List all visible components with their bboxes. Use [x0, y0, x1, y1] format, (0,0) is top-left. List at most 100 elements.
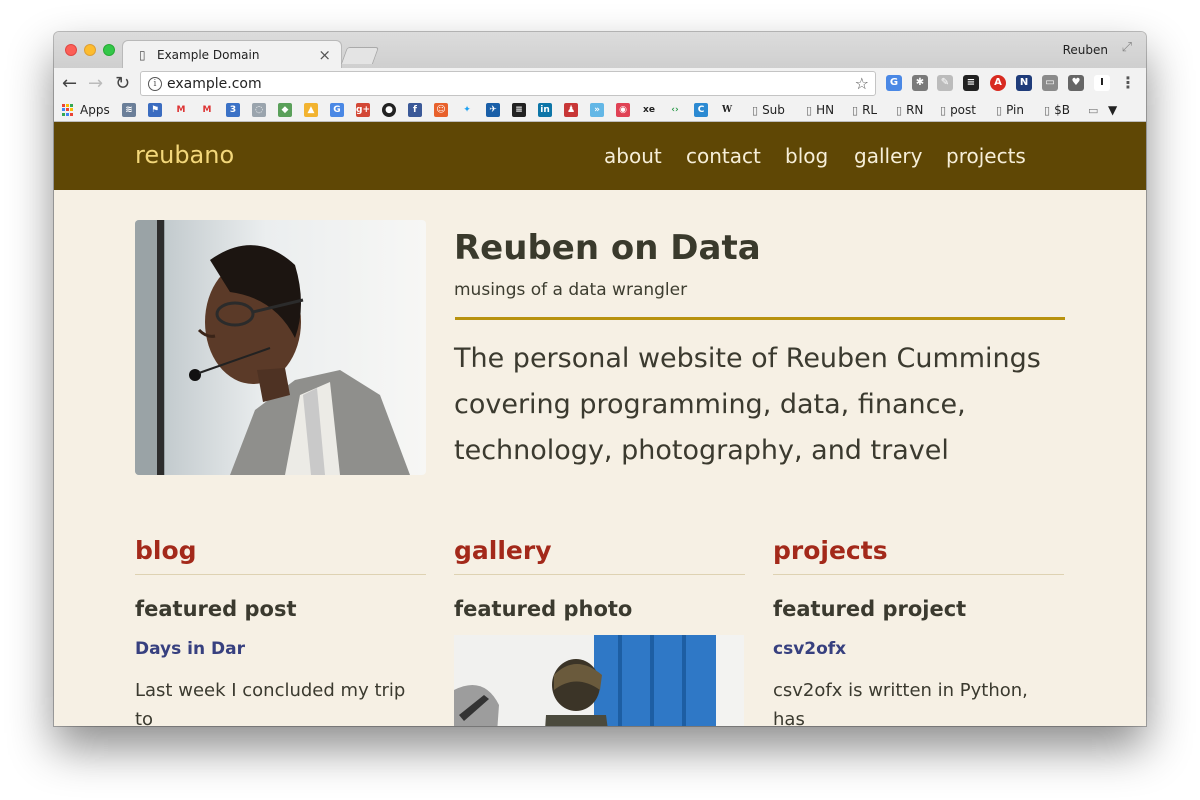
- bookmark-google-plus[interactable]: g+: [356, 102, 370, 118]
- cast-icon[interactable]: ▭: [1042, 75, 1058, 91]
- buffer-extension-icon[interactable]: ≡: [963, 75, 979, 91]
- featured-post-heading: featured post: [135, 597, 297, 621]
- bookmark-gmail[interactable]: M: [174, 102, 188, 118]
- flag-icon: ⚑: [148, 103, 162, 117]
- site-info-icon[interactable]: i: [148, 77, 162, 91]
- browser-menu-icon[interactable]: ⋮: [1120, 73, 1136, 92]
- bookmark-translate[interactable]: G: [330, 102, 344, 118]
- bookmark-post[interactable]: ▯ post: [940, 102, 976, 118]
- bookmark-rl-label: RL: [862, 103, 878, 117]
- bookmark-buffer[interactable]: ≡: [512, 102, 526, 118]
- bookmark-apps-label: Apps: [80, 103, 110, 117]
- adblock-extension-icon[interactable]: A: [990, 75, 1006, 91]
- bookmark-forward[interactable]: »: [590, 102, 604, 118]
- bookmark-bluesky[interactable]: ✈: [486, 102, 500, 118]
- bookmark-pin[interactable]: ▯ Pin: [996, 102, 1024, 118]
- tab-close-icon[interactable]: ×: [318, 46, 331, 64]
- bookmark-twitter[interactable]: ✦: [460, 102, 474, 118]
- bookmark-pocket[interactable]: ◉: [616, 102, 630, 118]
- bookmark-rn[interactable]: ▯ RN: [896, 102, 923, 118]
- bookmark-gmail-2[interactable]: M: [200, 102, 214, 118]
- pocket-extension-icon[interactable]: ♥: [1068, 75, 1084, 91]
- bookmark-facebook[interactable]: f: [408, 102, 422, 118]
- bookmark-orange[interactable]: ☺: [434, 102, 448, 118]
- window-close-button[interactable]: [65, 44, 77, 56]
- bookmarks-overflow-button[interactable]: ▼: [1108, 102, 1117, 118]
- bird-icon: ✈: [486, 103, 500, 117]
- nav-contact[interactable]: contact: [686, 144, 761, 168]
- featured-photo-illustration: [454, 635, 744, 726]
- forward-icon[interactable]: →: [88, 73, 103, 94]
- bookmark-code[interactable]: ‹›: [668, 102, 682, 118]
- apps-grid-icon: [62, 104, 74, 116]
- spider-extension-icon[interactable]: ✱: [912, 75, 928, 91]
- nav-blog[interactable]: blog: [785, 144, 828, 168]
- tab-example-domain[interactable]: ▯ Example Domain ×: [122, 40, 342, 68]
- bookmark-hn-label: HN: [816, 103, 835, 117]
- page-icon: ▯: [852, 103, 859, 117]
- bookmark-c[interactable]: C: [694, 102, 708, 118]
- n-extension-icon[interactable]: N: [1016, 75, 1032, 91]
- window-minimize-button[interactable]: [84, 44, 96, 56]
- pencil-extension-icon[interactable]: ✎: [937, 75, 953, 91]
- instapaper-extension-icon[interactable]: I: [1094, 75, 1110, 91]
- page-icon: ▯: [139, 48, 146, 62]
- page-icon: ▯: [752, 103, 759, 117]
- bookmark-star-icon[interactable]: ☆: [855, 74, 869, 93]
- profile-button[interactable]: Reuben: [1063, 43, 1108, 57]
- bookmark-maps[interactable]: ◆: [278, 102, 292, 118]
- blog-column: blog featured post Days in Dar Last week…: [135, 536, 426, 726]
- bookmark-calendar[interactable]: 3: [226, 102, 240, 118]
- gmail-icon: M: [176, 105, 186, 115]
- bookmark-linkedin[interactable]: in: [538, 102, 552, 118]
- featured-photo[interactable]: [454, 635, 744, 726]
- reload-icon[interactable]: ↻: [115, 73, 130, 94]
- url-text[interactable]: example.com: [167, 76, 262, 92]
- hero-subtitle: musings of a data wrangler: [454, 280, 688, 300]
- bookmark-rn-label: RN: [906, 103, 924, 117]
- address-bar[interactable]: i example.com ☆: [140, 71, 876, 96]
- bookmark-wikipedia[interactable]: W: [720, 102, 734, 118]
- bookmark-chat[interactable]: ◌: [252, 102, 266, 118]
- featured-post-link[interactable]: Days in Dar: [135, 639, 426, 659]
- fullscreen-icon[interactable]: ⤢: [1122, 40, 1132, 55]
- back-icon[interactable]: ←: [62, 73, 77, 94]
- bookmark-rss[interactable]: ≋: [122, 102, 136, 118]
- pocket-icon: ◉: [616, 103, 630, 117]
- window-maximize-button[interactable]: [103, 44, 115, 56]
- nav-gallery[interactable]: gallery: [854, 144, 922, 168]
- bookmark-sb[interactable]: ▯ $B: [1044, 102, 1070, 118]
- twitter-icon: ✦: [463, 105, 471, 115]
- people-icon: ♟: [564, 103, 578, 117]
- bookmark-github[interactable]: ●: [382, 102, 396, 118]
- page-icon: ▯: [806, 103, 813, 117]
- bookmark-sub-label: Sub: [762, 103, 785, 117]
- translate-icon: G: [330, 103, 344, 117]
- featured-project-excerpt: csv2ofx is written in Python, has: [773, 680, 1028, 726]
- hero-description: The personal website of Reuben Cummings …: [454, 343, 1041, 466]
- bookmark-drive[interactable]: ▲: [304, 102, 318, 118]
- page-icon: ▯: [1044, 103, 1051, 117]
- bookmarks-bar: Apps ≋ ⚑ M M 3 ◌ ◆ ▲ G g+ ● f ☺ ✦ ✈ ≡ in…: [54, 100, 1146, 122]
- forward-arrows-icon: »: [590, 103, 604, 117]
- nav-about[interactable]: about: [604, 144, 662, 168]
- bookmark-xe[interactable]: xe: [642, 102, 656, 118]
- nav-projects[interactable]: projects: [946, 144, 1026, 168]
- bookmark-people[interactable]: ♟: [564, 102, 578, 118]
- bookmark-apps[interactable]: Apps: [62, 102, 110, 118]
- bookmark-folder[interactable]: ▭: [1088, 102, 1102, 118]
- gallery-heading[interactable]: gallery: [454, 536, 745, 575]
- bookmark-sub[interactable]: ▯ Sub: [752, 102, 785, 118]
- new-tab-button[interactable]: [340, 47, 380, 64]
- bookmark-hn[interactable]: ▯ HN: [806, 102, 834, 118]
- projects-heading[interactable]: projects: [773, 536, 1064, 575]
- chevron-down-icon: ▼: [1108, 103, 1118, 117]
- featured-project-link[interactable]: csv2ofx: [773, 639, 1064, 659]
- browser-window: ▯ Example Domain × Reuben ⤢ ← → ↻ i exam…: [54, 32, 1146, 726]
- bookmark-rl[interactable]: ▯ RL: [852, 102, 877, 118]
- featured-post-excerpt: Last week I concluded my trip to: [135, 680, 406, 726]
- blog-heading[interactable]: blog: [135, 536, 426, 575]
- bookmark-flag[interactable]: ⚑: [148, 102, 162, 118]
- site-brand-link[interactable]: reubano: [135, 141, 234, 169]
- translate-extension-icon[interactable]: G: [886, 75, 902, 91]
